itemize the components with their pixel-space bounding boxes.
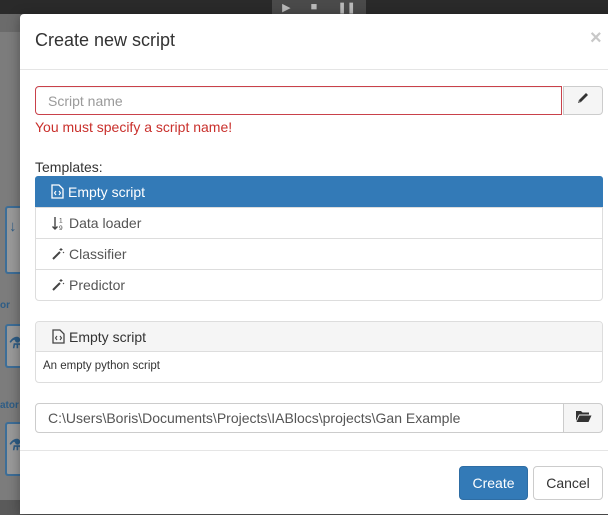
template-item-data-loader[interactable]: 1 9 Data loader — [36, 207, 602, 238]
template-label: Data loader — [69, 215, 142, 231]
preview-header: Empty script — [36, 322, 602, 352]
play-icon[interactable]: ▶ — [282, 1, 290, 14]
folder-open-icon — [575, 409, 592, 428]
background-node-label: ator — [0, 400, 19, 411]
templates-label: Templates: — [35, 159, 103, 175]
pencil-icon — [576, 91, 590, 110]
script-name-group — [35, 86, 603, 117]
browse-folder-button[interactable] — [563, 403, 603, 433]
cancel-button[interactable]: Cancel — [533, 466, 603, 500]
sort-numeric-icon: 1 9 — [50, 215, 66, 231]
svg-text:9: 9 — [59, 225, 63, 231]
preview-title: Empty script — [69, 328, 147, 345]
project-path-group — [35, 403, 603, 434]
dialog-title: Create new script — [35, 30, 176, 50]
dialog-footer: Create Cancel — [20, 450, 608, 515]
template-item-predictor[interactable]: Predictor — [36, 269, 602, 300]
code-file-icon — [50, 329, 66, 345]
project-path-input[interactable] — [35, 403, 564, 433]
code-file-icon — [49, 184, 65, 200]
templates-list: Empty script 1 9 Data loader Classifier — [35, 176, 603, 301]
playback-controls: ▶ ■ ❚❚ — [272, 0, 366, 14]
background-node-label: or — [0, 300, 10, 311]
svg-text:1: 1 — [59, 217, 63, 224]
preview-description: An empty python script — [43, 360, 160, 372]
stop-icon[interactable]: ■ — [311, 1, 318, 13]
magic-wand-icon — [50, 246, 66, 262]
pause-icon[interactable]: ❚❚ — [337, 1, 355, 14]
template-item-classifier[interactable]: Classifier — [36, 238, 602, 269]
edit-name-button[interactable] — [563, 86, 603, 115]
create-script-dialog: Create new script × You must specify a s… — [20, 14, 608, 514]
script-name-input[interactable] — [35, 86, 562, 115]
dialog-header: Create new script × — [20, 14, 608, 70]
close-icon[interactable]: × — [590, 28, 602, 48]
template-item-empty-script[interactable]: Empty script — [35, 176, 603, 207]
sort-numeric-icon: ↓ — [9, 218, 17, 235]
template-preview-panel: Empty script An empty python script — [35, 321, 603, 383]
magic-wand-icon — [50, 277, 66, 293]
script-name-error: You must specify a script name! — [35, 119, 233, 135]
template-label: Predictor — [69, 277, 126, 293]
create-button[interactable]: Create — [459, 466, 528, 500]
template-label: Empty script — [68, 183, 146, 200]
template-label: Classifier — [69, 246, 127, 262]
